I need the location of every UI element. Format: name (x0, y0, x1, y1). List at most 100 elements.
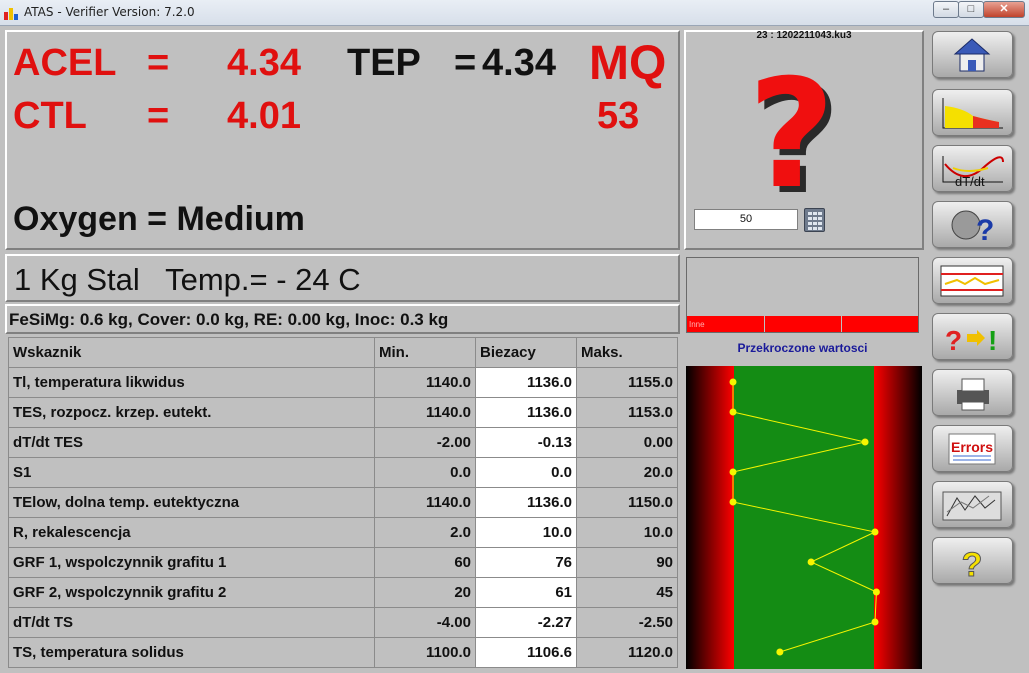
cell-name: Tl, temperatura likwidus (8, 367, 375, 398)
cell-current: -0.13 (475, 427, 577, 458)
home-button[interactable] (932, 31, 1013, 78)
svg-text:?: ? (962, 546, 983, 583)
cell-min: 0.0 (374, 457, 476, 488)
value-point-8 (872, 588, 880, 596)
sample-number-input[interactable]: 50 (694, 209, 798, 230)
tep-label: TEP (347, 42, 421, 84)
table-row: TES, rozpocz. krzep. eutekt. 1140.0 1136.0… (8, 397, 678, 428)
value-point-7 (807, 558, 815, 566)
cell-max: -2.50 (576, 607, 678, 638)
table-row: GRF 2, wspolczynnik grafitu 2 20 61 45 (8, 577, 678, 608)
svg-text:dT/dt: dT/dt (955, 174, 985, 189)
cell-name: TElow, dolna temp. eutektyczna (8, 487, 375, 518)
value-point-4 (729, 468, 737, 476)
cell-name: dT/dt TES (8, 427, 375, 458)
table-row: R, rekalescencja 2.0 10.0 10.0 (8, 517, 678, 548)
table-row: TElow, dolna temp. eutektyczna 1140.0 1136… (8, 487, 678, 518)
errors-button[interactable]: Errors (932, 425, 1013, 472)
cell-max: 1120.0 (576, 637, 678, 668)
limits-chart-button[interactable] (932, 257, 1013, 304)
ctl-value: 4.01 (227, 95, 301, 137)
cell-current: 10.0 (475, 517, 577, 548)
cell-min: -2.00 (374, 427, 476, 458)
cell-min: -4.00 (374, 607, 476, 638)
header-wskaznik: Wskaznik (8, 337, 375, 368)
cell-current: 0.0 (475, 457, 577, 488)
window-title: ATAS - Verifier Version: 7.2.0 (24, 5, 195, 19)
cell-name: GRF 2, wspolczynnik grafitu 2 (8, 577, 375, 608)
tep-value: 4.34 (482, 42, 556, 84)
ctl-equals: = (147, 95, 170, 137)
question-mark-icon: ? (748, 48, 836, 222)
cell-max: 10.0 (576, 517, 678, 548)
home-icon (933, 32, 1012, 77)
cell-max: 20.0 (576, 457, 678, 488)
svg-text:?: ? (976, 214, 994, 247)
value-point-2 (729, 408, 737, 416)
cell-current: 1106.6 (475, 637, 577, 668)
cell-current: 1136.0 (475, 367, 577, 398)
title-bar: ATAS - Verifier Version: 7.2.0 – □ ✕ (0, 0, 1029, 26)
printer-button[interactable] (932, 369, 1013, 416)
minimize-button[interactable]: – (933, 1, 959, 18)
ctl-label: CTL (13, 95, 87, 137)
additions-text: FeSiMg: 0.6 kg, Cover: 0.0 kg, RE: 0.00 … (9, 310, 449, 329)
head-question-button[interactable]: ? (932, 201, 1013, 248)
limits-chart-icon (933, 258, 1012, 303)
inne-bar-panel: Inne (686, 257, 919, 333)
calculator-icon[interactable] (804, 208, 825, 232)
table-row: S1 0.0 0.0 20.0 (8, 457, 678, 488)
cell-name: TS, temperatura solidus (8, 637, 375, 668)
acel-label: ACEL (13, 42, 117, 84)
cell-name: TES, rozpocz. krzep. eutekt. (8, 397, 375, 428)
close-button[interactable]: ✕ (983, 1, 1025, 18)
cell-max: 1153.0 (576, 397, 678, 428)
cell-min: 1140.0 (374, 397, 476, 428)
help-icon: ? (933, 538, 1012, 585)
acel-value: 4.34 (227, 42, 301, 84)
maximize-button[interactable]: □ (958, 1, 984, 18)
question-arrow-exclaim-button[interactable]: ?! (932, 313, 1013, 360)
cell-min: 1140.0 (374, 367, 476, 398)
dt-dt-curve-button[interactable]: dT/dt (932, 145, 1013, 192)
table-row: Tl, temperatura likwidus 1140.0 1136.0 1155… (8, 367, 678, 398)
errors-icon: Errors (933, 426, 1012, 471)
oxygen-level: Oxygen = Medium (13, 200, 305, 238)
acel-equals: = (147, 42, 170, 84)
exceeded-values-chart (686, 366, 922, 669)
header-maks: Maks. (576, 337, 678, 368)
cell-min: 1140.0 (374, 487, 476, 518)
cell-name: dT/dt TS (8, 607, 375, 638)
svg-text:?: ? (945, 325, 962, 356)
tep-equals: = (454, 42, 477, 84)
exceeded-values-title: Przekroczone wartosci (737, 341, 868, 355)
value-point-10 (776, 648, 784, 656)
mq-value: 53 (597, 95, 640, 137)
archive-chart-button[interactable] (932, 481, 1013, 528)
cell-name: GRF 1, wspolczynnik grafitu 1 (8, 547, 375, 578)
mq-label: MQ (589, 37, 667, 90)
cell-name: S1 (8, 457, 375, 488)
table-row: GRF 1, wspolczynnik grafitu 1 60 76 90 (8, 547, 678, 578)
header-min: Min. (374, 337, 476, 368)
cell-max: 45 (576, 577, 678, 608)
cell-current: -2.27 (475, 607, 577, 638)
cell-max: 1155.0 (576, 367, 678, 398)
table-row: dT/dt TS -4.00 -2.27 -2.50 (8, 607, 678, 638)
cell-max: 90 (576, 547, 678, 578)
value-point-1 (729, 378, 737, 386)
question-arrow-exclaim-icon: ?! (933, 314, 1012, 359)
file-name: 23 : 1202211043.ku3 (756, 30, 852, 41)
head-question-icon: ? (933, 202, 1012, 247)
dt-dt-curve-icon: dT/dt (933, 146, 1012, 191)
archive-chart-icon (933, 482, 1012, 527)
value-point-3 (861, 438, 869, 446)
cell-max: 1150.0 (576, 487, 678, 518)
inne-label: Inne (689, 320, 705, 329)
cell-min: 2.0 (374, 517, 476, 548)
low-limit-zone (686, 366, 734, 669)
help-button[interactable]: ? (932, 537, 1013, 585)
cell-current: 1136.0 (475, 397, 577, 428)
value-point-6 (871, 528, 879, 536)
distribution-chart-button[interactable] (932, 89, 1013, 136)
